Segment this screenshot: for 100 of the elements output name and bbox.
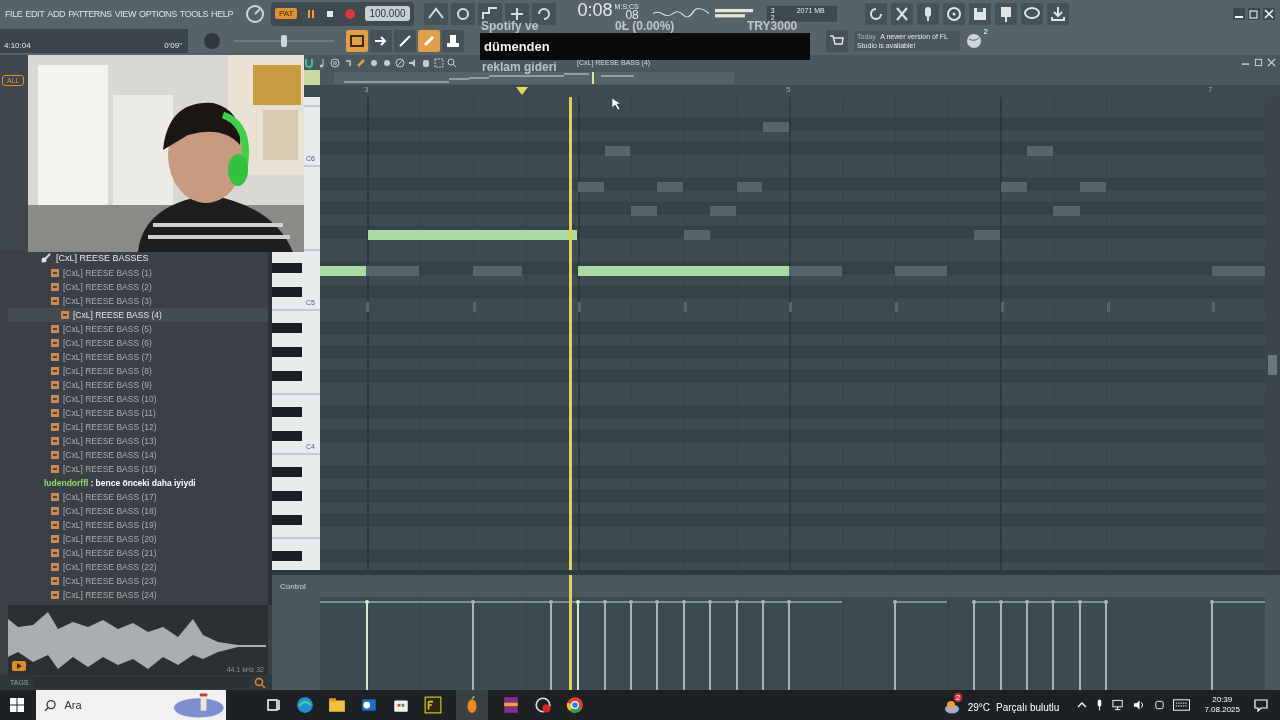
menu-item[interactable]: OPTIONS (139, 8, 177, 19)
control-dropdown[interactable]: Control (280, 581, 306, 591)
save-icon[interactable] (968, 2, 991, 25)
audio-file-icon (51, 423, 59, 431)
camera-icon[interactable] (1154, 699, 1166, 711)
restore-icon[interactable] (1254, 58, 1263, 67)
audio-file-icon (61, 311, 69, 319)
tempo-display[interactable]: 100.000 (365, 6, 410, 21)
edge-browser-icon[interactable] (296, 696, 314, 714)
mail-icon[interactable] (360, 696, 378, 714)
browser-item[interactable]: [CxL] REESE BASS (3) (8, 294, 268, 308)
taskbar-search-box[interactable]: Ara (36, 690, 226, 720)
download-icon[interactable] (1046, 2, 1069, 25)
velocity-lane-drawing[interactable] (320, 597, 1265, 690)
browser-item[interactable]: [CxL] REESE BASS (9) (8, 378, 268, 392)
browser-item[interactable]: [CxL] REESE BASS (8) (8, 364, 268, 378)
menu-item[interactable]: HELP (211, 8, 234, 19)
close-icon[interactable] (1267, 58, 1276, 67)
recorder-icon[interactable] (534, 696, 552, 714)
browser-item[interactable]: [CxL] REESE BASS (4) (8, 308, 268, 322)
weather-widget[interactable]: 2 29°C Parçalı bulutlu (943, 692, 1060, 718)
browser-folder[interactable]: [CxL] REESE BASSES (8, 250, 268, 266)
chevron-up-icon[interactable] (1077, 700, 1088, 710)
network-icon[interactable] (1112, 699, 1126, 711)
knob-icon[interactable] (245, 3, 266, 24)
fireworks-icon[interactable] (424, 696, 442, 714)
keyboard-icon[interactable] (1173, 699, 1191, 711)
menu-item[interactable]: VIEW (114, 8, 137, 19)
browser-item[interactable]: [CxL] REESE BASS (15) (8, 462, 268, 476)
notifications-icon[interactable] (1254, 698, 1268, 712)
audio-file-icon (51, 367, 59, 375)
mic-icon[interactable] (916, 2, 939, 25)
undo-icon[interactable] (343, 57, 353, 68)
browser-item[interactable]: [CxL] REESE BASS (2) (8, 280, 268, 294)
search-icon[interactable] (254, 676, 266, 689)
guitar-icon (40, 252, 52, 264)
browser-item[interactable]: [CxL] REESE BASS (13) (8, 434, 268, 448)
browser-item[interactable]: [CxL] REESE BASS (12) (8, 420, 268, 434)
browser-item[interactable]: [CxL] REESE BASS (24) (8, 588, 268, 602)
audio-file-icon (51, 437, 59, 445)
stamp-icon[interactable] (442, 30, 464, 52)
pause-icon[interactable] (306, 8, 317, 19)
cart-icon[interactable] (826, 30, 848, 52)
browser-item[interactable]: [CxL] REESE BASS (5) (8, 322, 268, 336)
browser-item[interactable]: [CxL] REESE BASS (17) (8, 490, 268, 504)
overlay-amount: 0Ł (0.00%) (615, 20, 675, 33)
browser-item[interactable]: [CxL] REESE BASS (21) (8, 546, 268, 560)
browser-item[interactable]: [CxL] REESE BASS (1) (8, 266, 268, 280)
menu-item[interactable]: PATTERNS (68, 8, 112, 19)
windows-start-icon[interactable] (10, 698, 24, 712)
browser-item[interactable]: [CxL] REESE BASS (18) (8, 504, 268, 518)
overlay-text: Spotify ve (481, 20, 539, 33)
task-view-icon[interactable] (266, 697, 282, 713)
stop-icon[interactable] (325, 8, 336, 19)
zoom-icon[interactable] (447, 57, 457, 68)
slider-thumb[interactable] (281, 35, 287, 47)
loop-icon[interactable] (450, 2, 475, 25)
browser-item[interactable]: [CxL] REESE BASS (6) (8, 336, 268, 350)
audio-file-icon (51, 535, 59, 543)
scrollbar[interactable] (1265, 97, 1280, 570)
note-icon[interactable] (317, 57, 327, 68)
overlay-subtitle: reklam gideri (482, 60, 557, 74)
search-field[interactable]: Ara (62, 698, 167, 712)
pencil-icon[interactable] (394, 30, 416, 52)
audio-file-icon (51, 381, 59, 389)
mute-icon[interactable] (408, 57, 418, 68)
browser-item[interactable]: [CxL] REESE BASS (22) (8, 560, 268, 574)
repeat-icon[interactable] (531, 2, 556, 25)
audio-file-icon (51, 549, 59, 557)
play-icon[interactable] (12, 661, 26, 671)
menu-item[interactable]: FILE (5, 8, 23, 19)
browser-item[interactable]: [CxL] REESE BASS (20) (8, 532, 268, 546)
fruit-icon[interactable] (456, 690, 488, 720)
menu-item[interactable]: TOOLS (179, 8, 209, 19)
refresh-icon[interactable] (864, 2, 887, 25)
audio-file-icon (51, 465, 59, 473)
overlay-caption: dümenden (484, 39, 550, 54)
cut-icon[interactable] (890, 2, 913, 25)
restore-icon[interactable] (1248, 7, 1260, 20)
magnet-icon[interactable] (304, 57, 314, 68)
browser-item[interactable]: [CxL] REESE BASS (23) (8, 574, 268, 588)
menu-icon[interactable] (330, 57, 340, 68)
audio-file-icon (51, 395, 59, 403)
pencil-icon[interactable] (356, 57, 366, 68)
menu-item[interactable]: ADD (47, 8, 66, 19)
audio-file-icon (51, 451, 59, 459)
archive-icon[interactable] (502, 696, 520, 714)
playhead-marker-icon[interactable] (516, 87, 528, 95)
clock-date: 7.08.2025 (1204, 705, 1240, 715)
folder-icon[interactable] (328, 696, 346, 714)
browser-item[interactable]: [CxL] REESE BASS (14) (8, 448, 268, 462)
chrome-icon[interactable] (566, 696, 584, 714)
browser-item[interactable]: [CxL] REESE BASS (11) (8, 406, 268, 420)
browser-item[interactable]: [CxL] REESE BASS (7) (8, 350, 268, 364)
minimize-icon[interactable] (1233, 7, 1245, 20)
menu-item[interactable]: EDIT (25, 8, 45, 19)
lighthouse-icon (172, 692, 226, 718)
pattern-mode-button[interactable]: PAT (275, 8, 298, 19)
browser-item[interactable]: [CxL] REESE BASS (19) (8, 518, 268, 532)
browser-item[interactable]: [CxL] REESE BASS (10) (8, 392, 268, 406)
